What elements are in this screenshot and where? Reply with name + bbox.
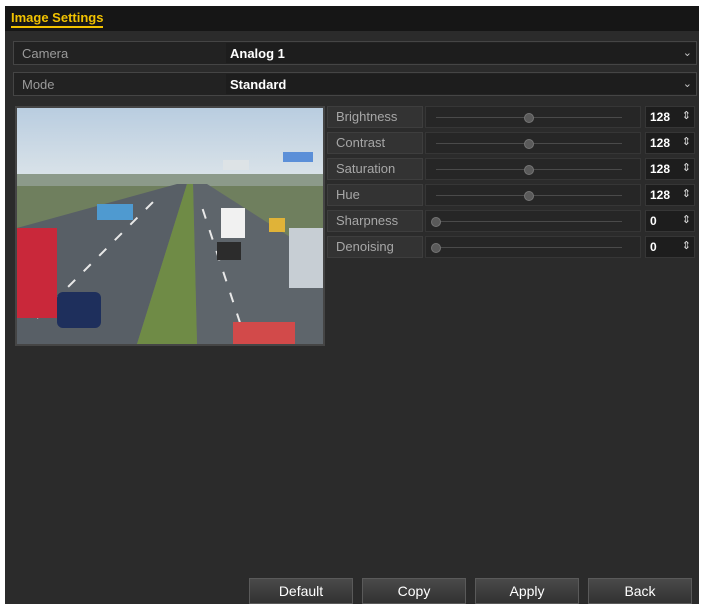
slider-track <box>436 247 622 248</box>
brightness-slider[interactable] <box>425 106 641 128</box>
spin-arrows-icon[interactable]: ⇕ <box>682 187 691 200</box>
camera-label: Camera <box>22 46 69 61</box>
spin-arrows-icon[interactable]: ⇕ <box>682 213 691 226</box>
denoising-slider[interactable] <box>425 236 641 258</box>
camera-row: Camera Analog 1 ⌄ <box>13 41 697 65</box>
sharpness-label: Sharpness <box>327 210 423 232</box>
chevron-down-icon: ⌄ <box>682 78 692 90</box>
camera-preview <box>15 106 325 346</box>
sharpness-stepper[interactable]: 0 ⇕ <box>645 210 695 232</box>
camera-select[interactable]: Analog 1 ⌄ <box>226 43 696 63</box>
slider-handle[interactable] <box>524 191 534 201</box>
denoising-label: Denoising <box>327 236 423 258</box>
contrast-label: Contrast <box>327 132 423 154</box>
mode-value: Standard <box>230 77 287 92</box>
preview-image <box>17 108 323 344</box>
brightness-stepper[interactable]: 128 ⇕ <box>645 106 695 128</box>
slider-handle[interactable] <box>524 113 534 123</box>
title-bar: Image Settings <box>5 6 699 31</box>
brightness-label: Brightness <box>327 106 423 128</box>
sharpness-value: 0 <box>650 214 657 228</box>
hue-row: Hue 128 ⇕ <box>327 184 697 208</box>
saturation-row: Saturation 128 ⇕ <box>327 158 697 182</box>
brightness-value: 128 <box>650 110 671 124</box>
default-button[interactable]: Default <box>249 578 353 604</box>
image-settings-window: Image Settings Camera Analog 1 ⌄ Mode St… <box>5 6 699 604</box>
hue-stepper[interactable]: 128 ⇕ <box>645 184 695 206</box>
denoising-value: 0 <box>650 240 657 254</box>
chevron-down-icon: ⌄ <box>682 47 692 59</box>
contrast-stepper[interactable]: 128 ⇕ <box>645 132 695 154</box>
spin-arrows-icon[interactable]: ⇕ <box>682 109 691 122</box>
spin-arrows-icon[interactable]: ⇕ <box>682 239 691 252</box>
spin-arrows-icon[interactable]: ⇕ <box>682 135 691 148</box>
brightness-row: Brightness 128 ⇕ <box>327 106 697 130</box>
mode-row: Mode Standard ⌄ <box>13 72 697 96</box>
sharpness-slider[interactable] <box>425 210 641 232</box>
contrast-slider[interactable] <box>425 132 641 154</box>
saturation-value: 128 <box>650 162 671 176</box>
mode-label: Mode <box>22 77 55 92</box>
hue-value: 128 <box>650 188 671 202</box>
sharpness-row: Sharpness 0 ⇕ <box>327 210 697 234</box>
contrast-value: 128 <box>650 136 671 150</box>
slider-handle[interactable] <box>524 139 534 149</box>
slider-handle[interactable] <box>431 243 441 253</box>
denoising-stepper[interactable]: 0 ⇕ <box>645 236 695 258</box>
saturation-label: Saturation <box>327 158 423 180</box>
saturation-stepper[interactable]: 128 ⇕ <box>645 158 695 180</box>
spin-arrows-icon[interactable]: ⇕ <box>682 161 691 174</box>
contrast-row: Contrast 128 ⇕ <box>327 132 697 156</box>
denoising-row: Denoising 0 ⇕ <box>327 236 697 260</box>
camera-value: Analog 1 <box>230 46 285 61</box>
window-title: Image Settings <box>11 11 104 28</box>
saturation-slider[interactable] <box>425 158 641 180</box>
back-button[interactable]: Back <box>588 578 692 604</box>
hue-label: Hue <box>327 184 423 206</box>
mode-select[interactable]: Standard ⌄ <box>226 74 696 94</box>
apply-button[interactable]: Apply <box>475 578 579 604</box>
slider-track <box>436 221 622 222</box>
slider-handle[interactable] <box>524 165 534 175</box>
copy-button[interactable]: Copy <box>362 578 466 604</box>
slider-handle[interactable] <box>431 217 441 227</box>
hue-slider[interactable] <box>425 184 641 206</box>
